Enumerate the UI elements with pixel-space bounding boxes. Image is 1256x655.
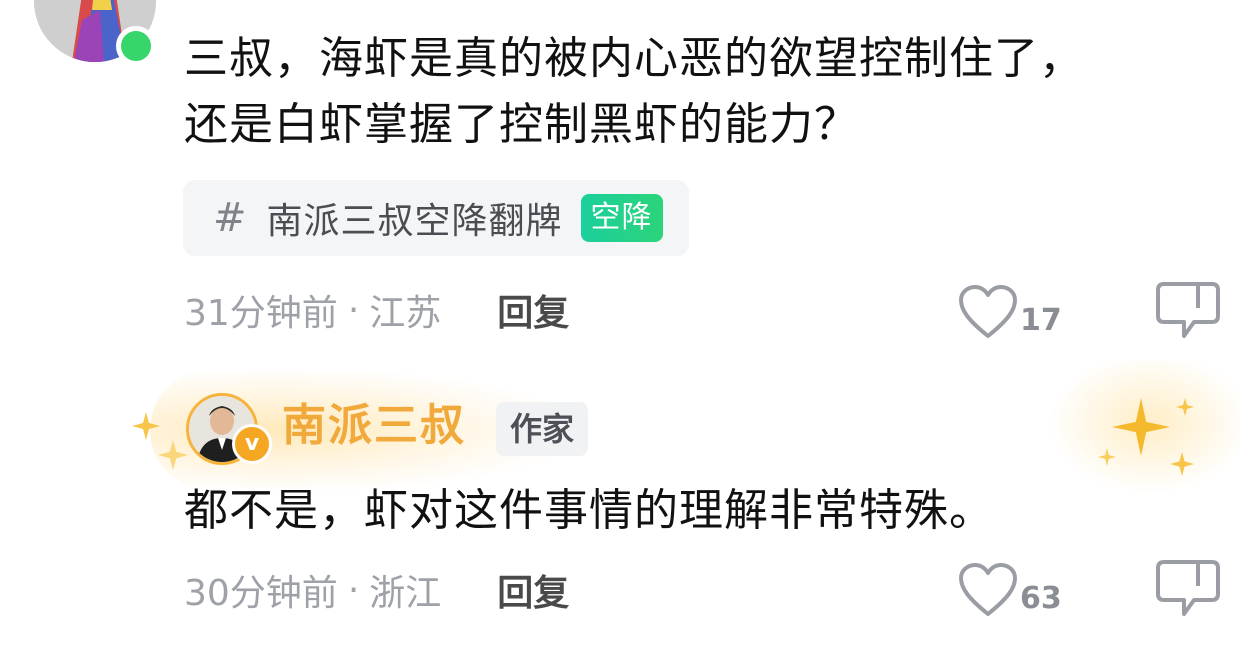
comment-meta: 31分钟前 · 江苏 回复	[184, 284, 569, 336]
heart-outline-icon	[959, 285, 1017, 338]
like-button[interactable]: 63	[958, 548, 1062, 618]
sparkle-icon	[158, 440, 188, 470]
comment-location: 江苏	[369, 293, 442, 334]
like-count: 63	[1020, 581, 1062, 616]
verified-badge: v	[232, 424, 272, 464]
commenter-name-partial	[240, 0, 500, 4]
sparkle-icon	[132, 412, 160, 440]
topic-badge: 空降	[580, 194, 663, 242]
comment-bubble-icon[interactable]	[1154, 558, 1222, 618]
reply-button[interactable]: 回复	[497, 564, 569, 616]
comment-text: 都不是，虾对这件事情的理解非常特殊。	[184, 485, 994, 536]
reply-button[interactable]: 回复	[497, 284, 569, 336]
topic-label: 南派三叔空降翻牌	[266, 201, 563, 242]
heart-outline-icon	[959, 563, 1017, 616]
author-role-tag: 作家	[496, 402, 589, 456]
sparkle-icon	[1112, 398, 1170, 456]
comment-time: 31分钟前	[184, 293, 338, 334]
comment-location: 浙江	[369, 573, 442, 614]
sparkle-icon	[1170, 452, 1194, 476]
comment-text-line: 还是白虾掌握了控制黑虾的能力？	[184, 99, 859, 150]
sparkle-icon	[1098, 448, 1116, 466]
meta-separator: ·	[347, 289, 360, 331]
comment-text: 三叔，海虾是真的被内心恶的欲望控制住了， 还是白虾掌握了控制黑虾的能力？	[184, 26, 1204, 158]
comment-bubble-icon[interactable]	[1154, 280, 1222, 340]
comment-thread: 三叔，海虾是真的被内心恶的欲望控制住了， 还是白虾掌握了控制黑虾的能力？ # 南…	[0, 0, 1256, 655]
author-name[interactable]: 南派三叔	[282, 396, 466, 456]
comment-meta: 30分钟前 · 浙江 回复	[184, 564, 569, 616]
sparkle-icon	[1176, 398, 1194, 416]
hashtag-icon: #	[213, 195, 247, 241]
like-count: 17	[1020, 303, 1062, 338]
comment-time: 30分钟前	[184, 573, 338, 614]
comment-text-line: 三叔，海虾是真的被内心恶的欲望控制住了，	[184, 33, 1084, 84]
online-status-dot	[116, 26, 156, 66]
like-button[interactable]: 17	[958, 270, 1062, 340]
topic-tag[interactable]: # 南派三叔空降翻牌 空降	[183, 180, 689, 256]
meta-separator: ·	[347, 569, 360, 611]
